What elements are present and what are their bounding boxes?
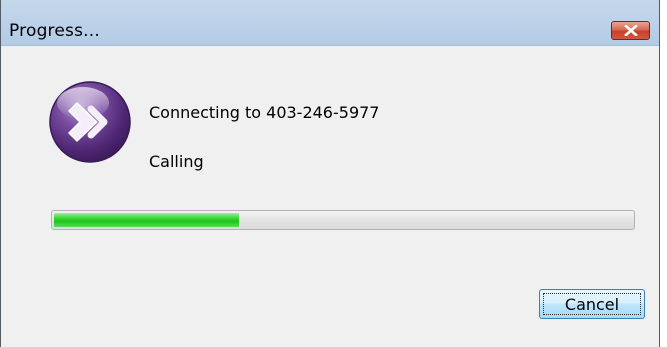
- progress-dialog-window: Progress... Connecting to 403-246-5977 C…: [0, 0, 660, 347]
- dialog-body: Connecting to 403-246-5977 Calling Cance…: [1, 46, 659, 347]
- cancel-button-label: Cancel: [543, 293, 641, 315]
- app-forward-icon: [49, 81, 131, 163]
- connection-message: Connecting to 403-246-5977: [149, 103, 380, 122]
- close-icon: [623, 25, 638, 36]
- call-status-text: Calling: [149, 152, 204, 171]
- title-bar[interactable]: Progress...: [1, 0, 659, 46]
- cancel-button[interactable]: Cancel: [539, 289, 645, 319]
- progress-bar-fill: [54, 213, 239, 227]
- window-title: Progress...: [9, 21, 100, 41]
- progress-bar: [51, 210, 635, 230]
- close-button[interactable]: [611, 21, 650, 40]
